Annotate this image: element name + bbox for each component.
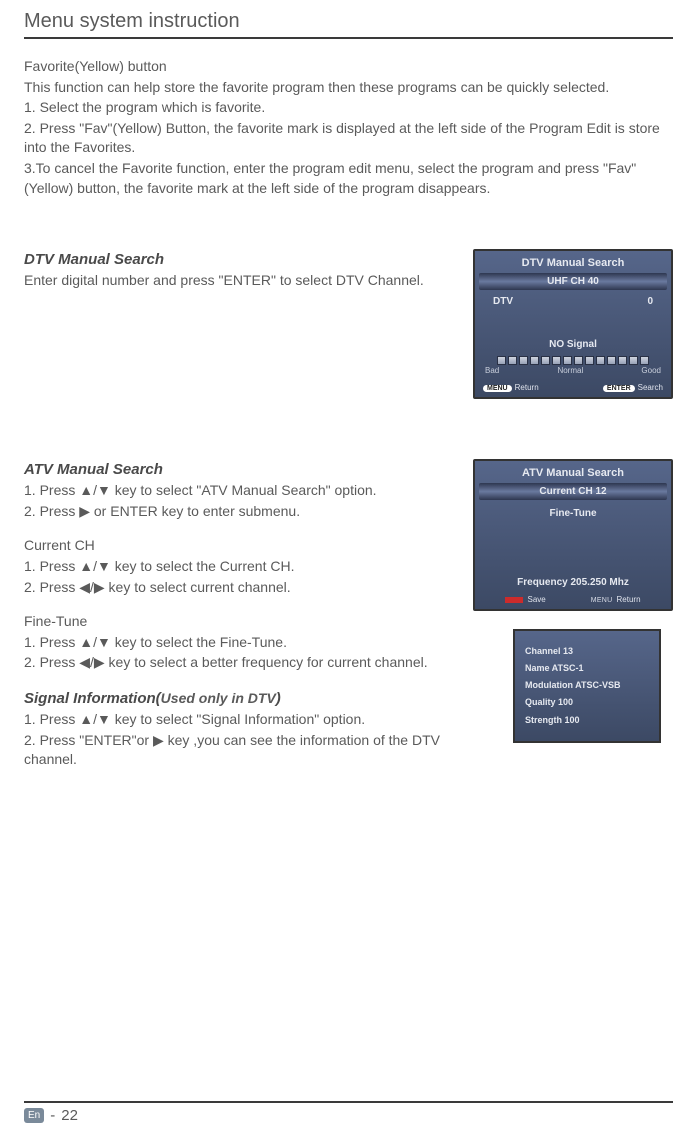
menu-small-icon: MENU (591, 597, 613, 604)
lang-badge: En (24, 1108, 44, 1123)
signal-normal: Normal (557, 366, 583, 375)
favorite-step1: 1. Select the program which is favorite. (24, 98, 673, 118)
menu-key-icon: MENU (483, 385, 512, 392)
siginfo-heading-pre: Signal Information( (24, 690, 161, 707)
fine-step1: 1. Press ▲/▼ key to select the Fine-Tune… (24, 633, 453, 653)
favorite-heading: Favorite(Yellow) button (24, 57, 673, 77)
dtv-value: 0 (647, 296, 653, 307)
signal-good: Good (641, 366, 661, 375)
signal-info-panel: Channel 13 Name ATSC-1 Modulation ATSC-V… (513, 629, 661, 742)
page-title: Menu system instruction (24, 10, 673, 39)
current-step1: 1. Press ▲/▼ key to select the Current C… (24, 557, 453, 577)
return-label-atv: Return (617, 595, 641, 604)
footer-dash: - (50, 1107, 55, 1124)
info-strength: Strength 100 (525, 712, 649, 729)
info-modulation: Modulation ATSC-VSB (525, 677, 649, 694)
save-label: Save (527, 595, 545, 604)
return-label: Return (515, 383, 539, 392)
siginfo-step1: 1. Press ▲/▼ key to select "Signal Infor… (24, 710, 453, 730)
siginfo-step2: 2. Press "ENTER"or ▶ key ,you can see th… (24, 731, 453, 770)
favorite-step3: 3.To cancel the Favorite function, enter… (24, 159, 673, 198)
signal-bar (475, 354, 671, 365)
atv-frequency: Frequency 205.250 Mhz (475, 573, 671, 592)
no-signal-label: NO Signal (475, 335, 671, 354)
fine-step2: 2. Press ◀/▶ key to select a better freq… (24, 653, 453, 673)
search-label: Search (638, 383, 663, 392)
dtv-osd-panel: DTV Manual Search UHF CH 40 DTV 0 NO Sig… (473, 249, 673, 399)
atv-heading: ATV Manual Search (24, 461, 163, 478)
current-ch-head: Current CH (24, 536, 453, 556)
atv-osd-panel: ATV Manual Search Current CH 12 Fine-Tun… (473, 459, 673, 611)
atv-finetune: Fine-Tune (475, 500, 671, 523)
dtv-osd-band: UHF CH 40 (479, 273, 667, 290)
signal-bad: Bad (485, 366, 499, 375)
dtv-desc: Enter digital number and press "ENTER" t… (24, 271, 453, 291)
dtv-label: DTV (493, 296, 513, 307)
atv-osd-title: ATV Manual Search (475, 461, 671, 483)
info-quality: Quality 100 (525, 694, 649, 711)
dtv-heading: DTV Manual Search (24, 251, 164, 268)
enter-key-icon: ENTER (603, 385, 635, 392)
dtv-osd-title: DTV Manual Search (475, 251, 671, 273)
info-channel: Channel 13 (525, 643, 649, 660)
siginfo-heading-mid: Used only in DTV (161, 690, 276, 706)
favorite-intro: This function can help store the favorit… (24, 78, 673, 98)
siginfo-heading-post: ) (276, 690, 281, 707)
favorite-section: Favorite(Yellow) button This function ca… (24, 57, 673, 198)
info-name: Name ATSC-1 (525, 660, 649, 677)
atv-step1: 1. Press ▲/▼ key to select "ATV Manual S… (24, 481, 453, 501)
atv-osd-band: Current CH 12 (479, 483, 667, 500)
finetune-head: Fine-Tune (24, 612, 453, 632)
atv-step2: 2. Press ▶ or ENTER key to enter submenu… (24, 502, 453, 522)
page-number: 22 (61, 1107, 78, 1124)
current-step2: 2. Press ◀/▶ key to select current chann… (24, 578, 453, 598)
red-key-icon (505, 597, 523, 603)
favorite-step2: 2. Press "Fav"(Yellow) Button, the favor… (24, 119, 673, 158)
page-footer: En - 22 (24, 1101, 673, 1124)
